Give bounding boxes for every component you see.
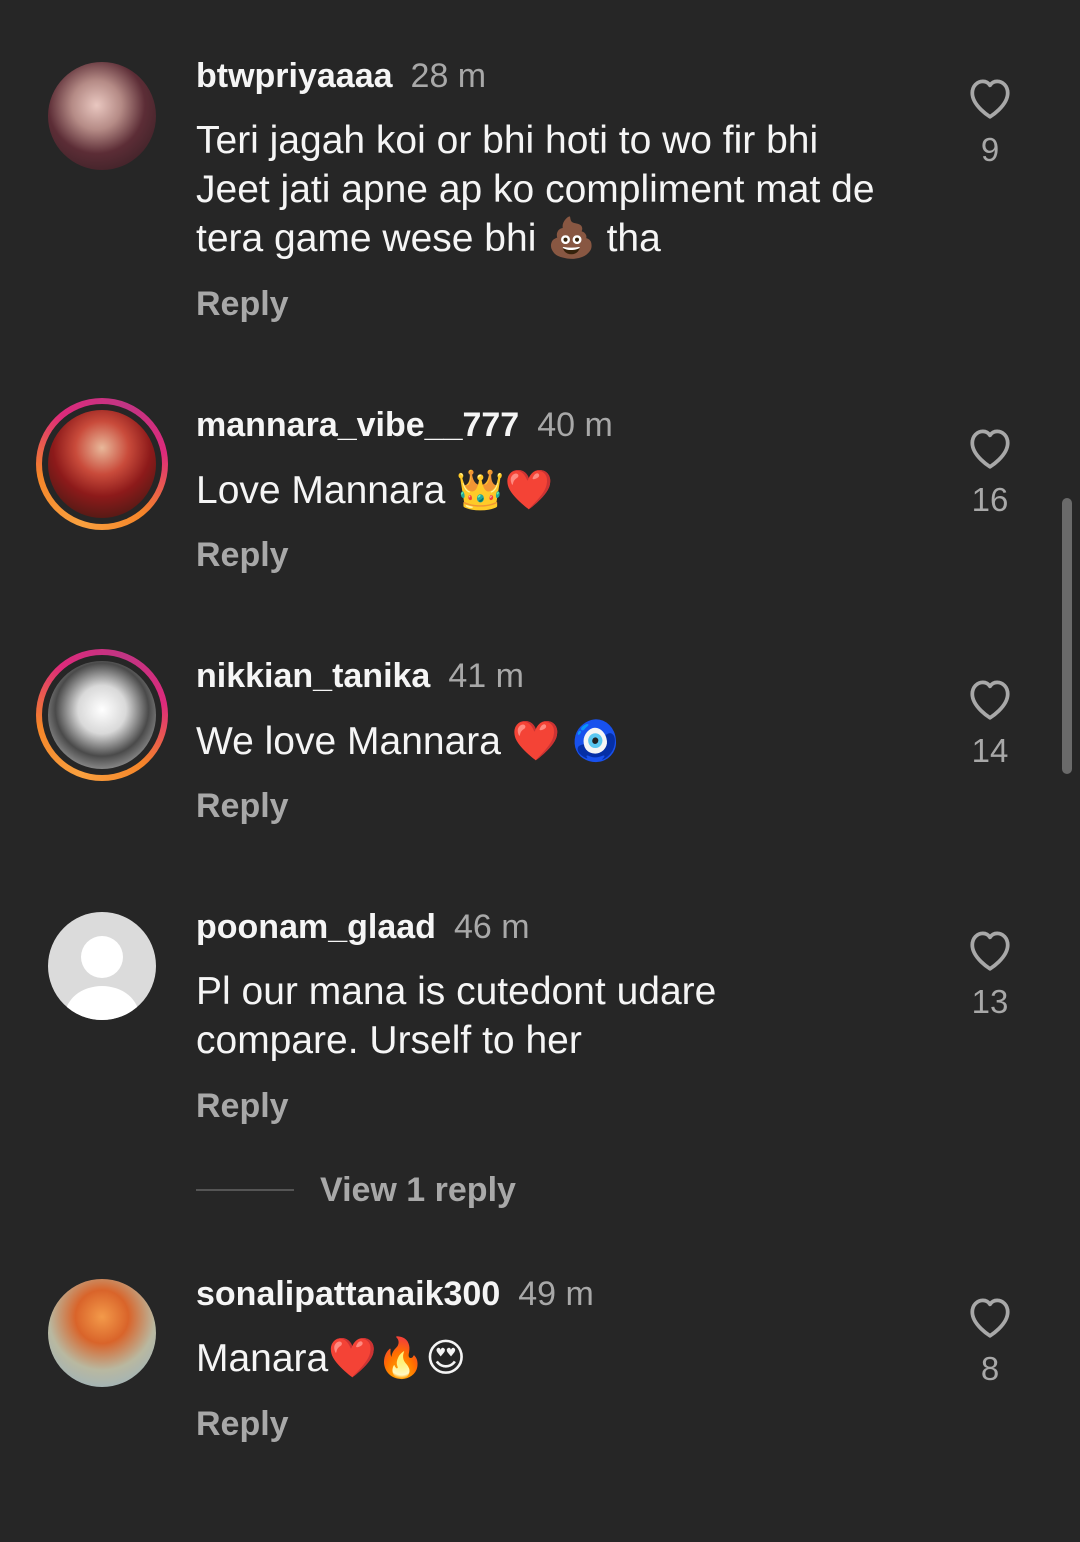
comment-text: Love Mannara 👑❤️ [196, 469, 554, 512]
comment-time: 40 m [537, 406, 613, 444]
like-count: 16 [971, 481, 1009, 518]
view-replies-button[interactable]: View 1 reply [196, 1170, 516, 1210]
comment-username[interactable]: sonalipattanaik300 [196, 1275, 500, 1313]
heart-outline-icon [970, 1298, 1010, 1338]
avatar [48, 410, 156, 518]
reply-button[interactable]: Reply [196, 535, 289, 575]
like-count: 14 [971, 732, 1009, 769]
person-icon [81, 936, 123, 978]
comments-screen: btwpriyaaaa 28 m Teri jagah koi or bhi ho… [0, 0, 1080, 1542]
like-button[interactable]: 9 [960, 74, 1020, 170]
like-button[interactable]: 13 [960, 926, 1020, 1022]
comment-header: poonam_glaad 46 m [196, 907, 530, 947]
heart-outline-icon [970, 680, 1010, 720]
avatar [48, 661, 156, 769]
avatar[interactable] [48, 1279, 156, 1387]
view-replies-label[interactable]: View 1 reply [320, 1171, 516, 1209]
reply-button[interactable]: Reply [196, 284, 289, 324]
comment-text: Manara❤️🔥😍 [196, 1337, 467, 1380]
like-count: 9 [980, 131, 1000, 168]
scrollbar[interactable] [1062, 498, 1072, 774]
reply-button[interactable]: Reply [196, 1404, 289, 1444]
comment-time: 49 m [518, 1275, 594, 1313]
comment-time: 46 m [453, 908, 530, 946]
comment-time: 41 m [448, 657, 524, 695]
heart-outline-icon [970, 931, 1010, 971]
comment-text: We love Mannara ❤️ 🧿 [196, 720, 620, 763]
comment-text: Pl our mana is cutedont udare compare. U… [196, 970, 717, 1062]
heart-outline-icon [970, 79, 1010, 119]
reply-button[interactable]: Reply [196, 786, 289, 826]
reply-button[interactable]: Reply [196, 1086, 289, 1126]
avatar[interactable] [48, 62, 156, 170]
comment-username[interactable]: poonam_glaad [196, 908, 436, 946]
comment-text: Teri jagah koi or bhi hoti to wo fir bhi… [196, 119, 875, 260]
heart-outline-icon [970, 429, 1010, 469]
default-avatar[interactable] [48, 912, 156, 1020]
like-button[interactable]: 16 [960, 424, 1020, 520]
comment-username[interactable]: nikkian_tanika [196, 657, 430, 695]
like-count: 13 [971, 983, 1009, 1020]
like-button[interactable]: 14 [960, 675, 1020, 771]
comment-header: mannara_vibe__777 40 m [196, 405, 613, 445]
like-button[interactable]: 8 [960, 1293, 1020, 1389]
avatar-story-ring[interactable] [36, 649, 168, 781]
comment-header: nikkian_tanika 41 m [196, 656, 524, 696]
comment-username[interactable]: btwpriyaaaa [196, 57, 393, 95]
comment-header: sonalipattanaik300 49 m [196, 1274, 594, 1314]
divider [196, 1189, 294, 1191]
avatar-story-ring[interactable] [36, 398, 168, 530]
comment-time: 28 m [410, 57, 487, 95]
comment-username[interactable]: mannara_vibe__777 [196, 406, 519, 444]
like-count: 8 [980, 1350, 1000, 1387]
comment-header: btwpriyaaaa 28 m [196, 56, 486, 96]
